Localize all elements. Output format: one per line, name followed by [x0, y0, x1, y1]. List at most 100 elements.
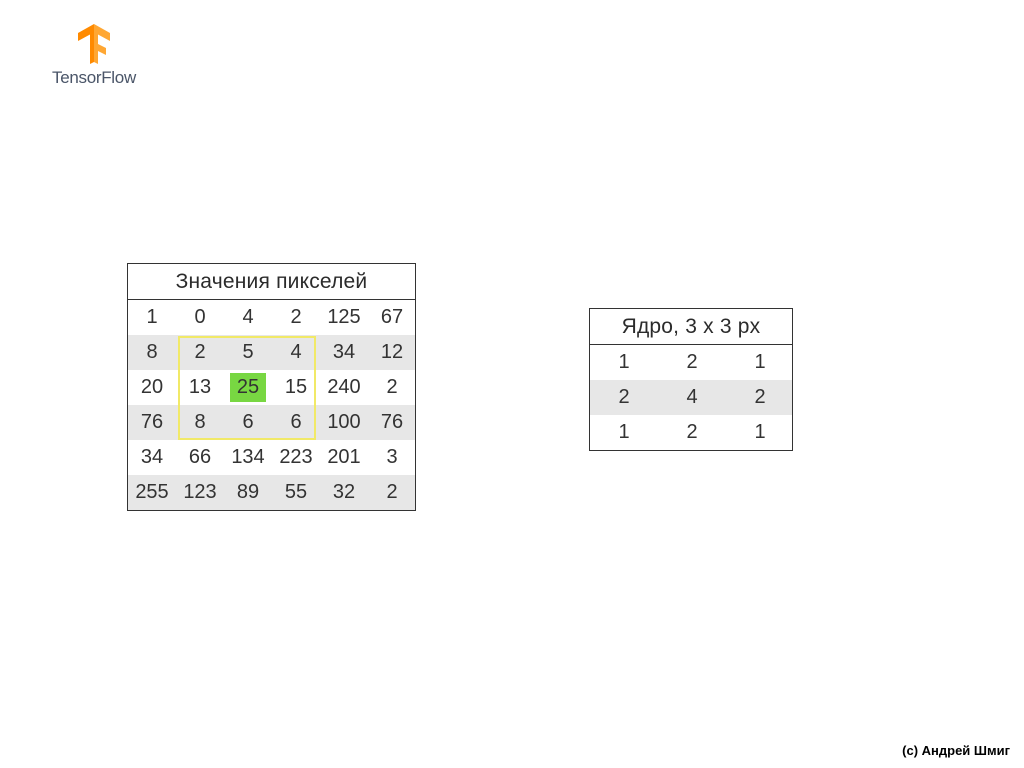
pixel-value: 123	[183, 481, 216, 503]
kernel-cell: 2	[658, 351, 726, 374]
table-row: 8 2 5 4 34 12	[128, 335, 415, 370]
kernel-cell: 1	[590, 351, 658, 374]
kernel-value: 1	[754, 351, 765, 373]
tensorflow-icon	[74, 22, 114, 66]
pixel-cell: 223	[272, 446, 320, 469]
pixel-value: 34	[333, 341, 355, 363]
pixel-cell: 66	[176, 446, 224, 469]
pixel-value: 4	[290, 341, 301, 363]
pixel-cell: 123	[176, 481, 224, 504]
kernel-value: 1	[754, 421, 765, 443]
kernel-cell: 2	[726, 386, 794, 409]
pixel-values-table: Значения пикселей 1042125678254341220132…	[127, 263, 416, 511]
pixel-value: 223	[279, 446, 312, 468]
table-row: 1 2 1	[590, 345, 792, 380]
pixel-cell: 125	[320, 306, 368, 329]
table-row: 2 4 2	[590, 380, 792, 415]
kernel-value: 4	[686, 386, 697, 408]
pixel-value: 255	[135, 481, 168, 503]
pixel-value: 76	[381, 411, 403, 433]
tensorflow-wordmark: TensorFlow	[52, 68, 136, 88]
kernel-value: 2	[686, 351, 697, 373]
pixel-cell: 201	[320, 446, 368, 469]
kernel-table: Ядро, 3 x 3 px 1 2 1 2 4 2 1 2 1	[589, 308, 793, 451]
pixel-value: 2	[386, 481, 397, 503]
pixel-value: 67	[381, 306, 403, 328]
pixel-cell: 13	[176, 376, 224, 399]
pixel-cell: 8	[128, 341, 176, 364]
pixel-value: 100	[327, 411, 360, 433]
pixel-cell: 0	[176, 306, 224, 329]
pixel-value: 76	[141, 411, 163, 433]
pixel-cell: 2	[176, 341, 224, 364]
pixel-cell: 4	[272, 341, 320, 364]
pixel-value: 55	[285, 481, 307, 503]
table-row: 1 2 1	[590, 415, 792, 450]
pixel-cell: 32	[320, 481, 368, 504]
pixel-value: 2	[290, 306, 301, 328]
pixel-cell: 2	[272, 306, 320, 329]
pixel-cell: 1	[128, 306, 176, 329]
pixel-value: 201	[327, 446, 360, 468]
kernel-table-title: Ядро, 3 x 3 px	[590, 309, 792, 345]
pixel-cell: 134	[224, 446, 272, 469]
pixel-value: 12	[381, 341, 403, 363]
kernel-cell: 1	[590, 421, 658, 444]
table-row: 34 66 134 223 201 3	[128, 440, 415, 475]
pixel-table-title: Значения пикселей	[128, 264, 415, 300]
pixel-cell: 2	[368, 481, 416, 504]
pixel-cell: 5	[224, 341, 272, 364]
pixel-cell: 67	[368, 306, 416, 329]
pixel-cell: 255	[128, 481, 176, 504]
pixel-value: 2	[386, 376, 397, 398]
tensorflow-logo: TensorFlow	[52, 22, 136, 88]
pixel-value: 4	[242, 306, 253, 328]
pixel-cell: 2	[368, 376, 416, 399]
pixel-cell: 34	[320, 341, 368, 364]
pixel-value: 8	[146, 341, 157, 363]
pixel-value: 5	[242, 341, 253, 363]
pixel-cell: 76	[128, 411, 176, 434]
pixel-value: 6	[290, 411, 301, 433]
kernel-value: 2	[618, 386, 629, 408]
pixel-cell: 15	[272, 376, 320, 399]
kernel-table-body: 1 2 1 2 4 2 1 2 1	[590, 345, 792, 450]
kernel-cell: 1	[726, 421, 794, 444]
pixel-value: 13	[189, 376, 211, 398]
pixel-cell: 20	[128, 376, 176, 399]
table-row: 1 0 4 2 125 67	[128, 300, 415, 335]
kernel-cell: 1	[726, 351, 794, 374]
pixel-cell: 100	[320, 411, 368, 434]
pixel-cell: 8	[176, 411, 224, 434]
pixel-value: 15	[285, 376, 307, 398]
pixel-cell: 55	[272, 481, 320, 504]
table-row: 20 13 25 15 240 2	[128, 370, 415, 405]
pixel-value: 20	[141, 376, 163, 398]
pixel-value: 2	[194, 341, 205, 363]
pixel-cell: 4	[224, 306, 272, 329]
pixel-cell: 240	[320, 376, 368, 399]
pixel-value: 0	[194, 306, 205, 328]
pixel-value: 25	[237, 376, 259, 398]
pixel-cell: 3	[368, 446, 416, 469]
pixel-value: 89	[237, 481, 259, 503]
table-row: 76 8 6 6 100 76	[128, 405, 415, 440]
pixel-value: 240	[327, 376, 360, 398]
pixel-value: 6	[242, 411, 253, 433]
kernel-value: 2	[686, 421, 697, 443]
pixel-cell: 6	[224, 411, 272, 434]
pixel-value: 8	[194, 411, 205, 433]
pixel-value: 134	[231, 446, 264, 468]
table-row: 255 123 89 55 32 2	[128, 475, 415, 510]
pixel-cell: 12	[368, 341, 416, 364]
kernel-value: 2	[754, 386, 765, 408]
pixel-cell: 34	[128, 446, 176, 469]
pixel-value: 125	[327, 306, 360, 328]
pixel-cell: 76	[368, 411, 416, 434]
pixel-value: 34	[141, 446, 163, 468]
pixel-value: 1	[146, 306, 157, 328]
kernel-cell: 4	[658, 386, 726, 409]
kernel-cell: 2	[658, 421, 726, 444]
kernel-value: 1	[618, 421, 629, 443]
pixel-value: 66	[189, 446, 211, 468]
